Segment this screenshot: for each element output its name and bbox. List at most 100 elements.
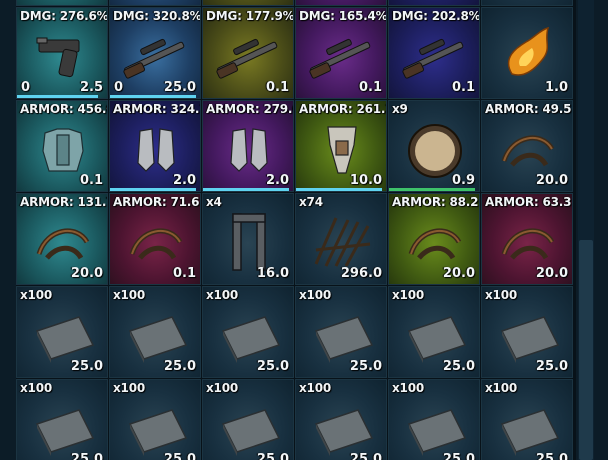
inventory-slot[interactable]: x100 25.0 [16, 379, 108, 460]
slot-item-icon [389, 0, 479, 5]
durability-bar [110, 95, 196, 98]
slot-stat-label: DMG: 320.8% [113, 9, 201, 23]
slot-ammo-label: 0 [114, 80, 124, 95]
durability-bar [389, 188, 475, 191]
inventory-slot[interactable]: DMG: 202.8% 0.1 [388, 7, 480, 99]
inventory-scrollbar[interactable] [578, 0, 594, 460]
inventory-slot[interactable]: DMG: 276.6% 0 2.5 [16, 7, 108, 99]
slot-weight-label: 16.0 [256, 266, 289, 281]
slot-stat-label: x100 [392, 381, 424, 395]
inventory-slot[interactable]: ARMOR: 63.3 20.0 [481, 193, 573, 285]
slot-stat-label: ARMOR: 261.3 [299, 102, 387, 116]
slot-weight-label: 10.0 [349, 173, 382, 188]
inventory-slot[interactable]: DMG: 320.8% 0 25.0 [109, 7, 201, 99]
slot-weight-label: 2.0 [265, 173, 289, 188]
slot-weight-label: 2.5 [79, 80, 103, 95]
slot-stat-label: x100 [20, 288, 52, 302]
slot-item-icon [17, 0, 107, 5]
slot-stat-label: ARMOR: 88.2 [392, 195, 479, 209]
inventory-slot[interactable]: x9 0.9 [388, 100, 480, 192]
inventory-slot[interactable]: x100 25.0 [109, 286, 201, 378]
slot-stat-label: ARMOR: 49.5 [485, 102, 572, 116]
slot-weight-label: 20.0 [442, 266, 475, 281]
slot-weight-label: 25.0 [256, 452, 289, 460]
inventory-slot[interactable]: x4 16.0 [202, 193, 294, 285]
inventory-slot[interactable]: x100 25.0 [202, 286, 294, 378]
inventory-panel: DMG: 276.6% 0 2.5 DMG: 320.8% 0 25.0 DMG: 177.… [0, 0, 608, 460]
slot-stat-label: DMG: 202.8% [392, 9, 480, 23]
inventory-slot[interactable]: ARMOR: 456.0 0.1 [16, 100, 108, 192]
slot-stat-label: x74 [299, 195, 323, 209]
slot-weight-label: 0.9 [451, 173, 475, 188]
inventory-slot[interactable] [295, 0, 387, 6]
inventory-slot[interactable]: ARMOR: 88.2 20.0 [388, 193, 480, 285]
slot-stat-label: x100 [206, 288, 238, 302]
slot-item-icon [482, 0, 572, 5]
slot-stat-label: x9 [392, 102, 408, 116]
slot-stat-label: x100 [392, 288, 424, 302]
inventory-slot[interactable]: ARMOR: 49.5 20.0 [481, 100, 573, 192]
slot-weight-label: 20.0 [535, 173, 568, 188]
slot-weight-label: 25.0 [70, 359, 103, 374]
slot-weight-label: 25.0 [163, 452, 196, 460]
scrollbar-thumb[interactable] [579, 240, 593, 460]
inventory-slot[interactable]: ARMOR: 279.6 2.0 [202, 100, 294, 192]
inventory-slot[interactable] [109, 0, 201, 6]
inventory-slot[interactable]: x74 296.0 [295, 193, 387, 285]
slot-stat-label: x100 [485, 288, 517, 302]
slot-weight-label: 0.1 [451, 80, 475, 95]
inventory-slot[interactable] [481, 0, 573, 6]
inventory-slot[interactable]: x100 25.0 [481, 379, 573, 460]
inventory-slot[interactable]: x100 25.0 [295, 379, 387, 460]
slot-ammo-label: 0 [21, 80, 31, 95]
slot-weight-label: 20.0 [70, 266, 103, 281]
slot-weight-label: 25.0 [349, 452, 382, 460]
slot-weight-label: 25.0 [70, 452, 103, 460]
inventory-slot[interactable]: x100 25.0 [295, 286, 387, 378]
durability-bar [203, 188, 289, 191]
slot-stat-label: x100 [299, 288, 331, 302]
inventory-slot[interactable]: ARMOR: 261.3 10.0 [295, 100, 387, 192]
slot-stat-label: ARMOR: 131.7 [20, 195, 108, 209]
slot-item-icon [110, 0, 200, 5]
slot-weight-label: 296.0 [340, 266, 382, 281]
slot-stat-label: x100 [299, 381, 331, 395]
slot-item-icon [203, 0, 293, 5]
inventory-slot[interactable]: ARMOR: 71.6 0.1 [109, 193, 201, 285]
slot-stat-label: DMG: 276.6% [20, 9, 108, 23]
slot-weight-label: 25.0 [256, 359, 289, 374]
inventory-slot[interactable]: DMG: 177.9% 0.1 [202, 7, 294, 99]
slot-stat-label: ARMOR: 71.6 [113, 195, 200, 209]
inventory-slot[interactable]: x100 25.0 [481, 286, 573, 378]
inventory-slot[interactable]: x100 25.0 [388, 286, 480, 378]
slot-stat-label: DMG: 177.9% [206, 9, 294, 23]
slot-weight-label: 0.1 [265, 80, 289, 95]
inventory-slot[interactable]: x100 25.0 [109, 379, 201, 460]
slot-weight-label: 0.1 [358, 80, 382, 95]
inventory-slot[interactable]: x100 25.0 [16, 286, 108, 378]
durability-bar [296, 188, 382, 191]
slot-stat-label: ARMOR: 279.6 [206, 102, 294, 116]
slot-weight-label: 25.0 [349, 359, 382, 374]
slot-stat-label: x100 [485, 381, 517, 395]
inventory-slot[interactable] [388, 0, 480, 6]
slot-stat-label: x100 [113, 381, 145, 395]
slot-weight-label: 0.1 [172, 266, 196, 281]
slot-weight-label: 1.0 [544, 80, 568, 95]
durability-bar [17, 95, 98, 98]
inventory-slot[interactable]: 1.0 [481, 7, 573, 99]
inventory-slot[interactable]: DMG: 165.4% 0.1 [295, 7, 387, 99]
inventory-slot[interactable] [16, 0, 108, 6]
slot-item-icon [296, 0, 386, 5]
slot-weight-label: 0.1 [79, 173, 103, 188]
inventory-slot[interactable]: x100 25.0 [388, 379, 480, 460]
inventory-grid: DMG: 276.6% 0 2.5 DMG: 320.8% 0 25.0 DMG: 177.… [16, 0, 576, 460]
slot-weight-label: 25.0 [442, 452, 475, 460]
inventory-slot[interactable]: ARMOR: 324.1 2.0 [109, 100, 201, 192]
slot-stat-label: ARMOR: 324.1 [113, 102, 201, 116]
slot-weight-label: 25.0 [535, 452, 568, 460]
slot-weight-label: 25.0 [163, 80, 196, 95]
inventory-slot[interactable]: ARMOR: 131.7 20.0 [16, 193, 108, 285]
inventory-slot[interactable]: x100 25.0 [202, 379, 294, 460]
inventory-slot[interactable] [202, 0, 294, 6]
